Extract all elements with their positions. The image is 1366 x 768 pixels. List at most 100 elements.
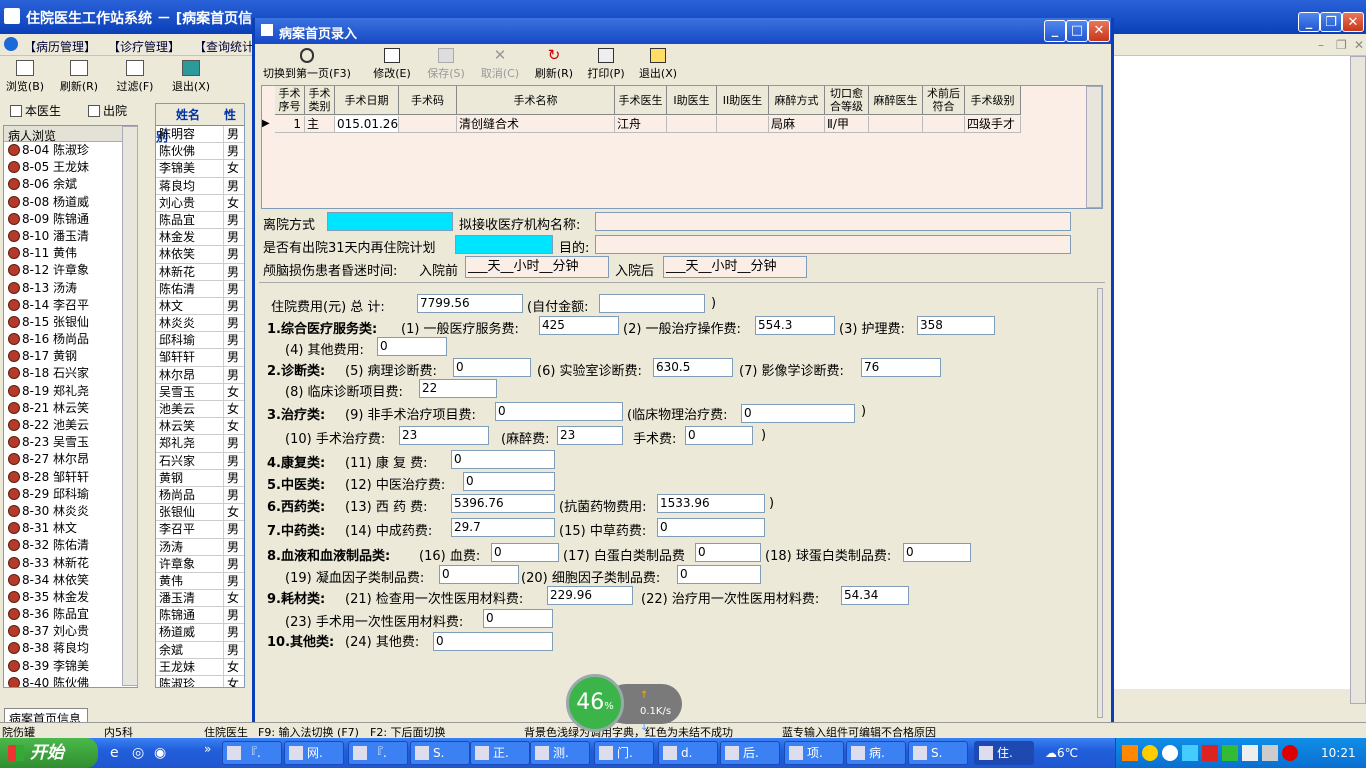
grid-row[interactable]: 陈淑珍女 xyxy=(156,676,244,687)
tree-patient-item[interactable]: 8-37 刘心贵 xyxy=(4,623,137,640)
fee-f22-field[interactable]: 54.34 xyxy=(841,586,909,605)
dialog-maximize-icon[interactable]: □ xyxy=(1066,20,1088,42)
fee-f24-field[interactable]: 0 xyxy=(433,632,553,651)
dialog-minimize-icon[interactable]: _ xyxy=(1044,20,1066,42)
surgery-col-header[interactable]: 手术码 xyxy=(399,86,457,115)
mdi-minimize-icon[interactable]: – xyxy=(1318,38,1324,52)
mdi-restore-icon[interactable]: ❐ xyxy=(1336,38,1347,52)
tree-patient-item[interactable]: 8-28 邹轩轩 xyxy=(4,469,137,486)
surgery-cell[interactable] xyxy=(399,116,457,133)
grid-row[interactable]: 王龙妹女 xyxy=(156,658,244,676)
restore-icon[interactable]: ❐ xyxy=(1320,12,1342,32)
surgery-cell[interactable]: 1 xyxy=(275,116,305,133)
fee-f10b-field[interactable]: 0 xyxy=(685,426,753,445)
fee-f13-field[interactable]: 5396.76 xyxy=(451,494,555,513)
fee-f2-field[interactable]: 554.3 xyxy=(755,316,835,335)
tray-app-icon-1[interactable] xyxy=(1122,745,1138,761)
tree-patient-item[interactable]: 8-23 吴雪玉 xyxy=(4,434,137,451)
mdi-close-icon[interactable]: ✕ xyxy=(1354,38,1364,52)
surgery-scrollbar[interactable] xyxy=(1086,86,1102,208)
fee-f21-field[interactable]: 229.96 xyxy=(547,586,633,605)
taskbar-item[interactable]: 后. xyxy=(720,741,780,765)
menu-query-stats[interactable]: 【查询统计 xyxy=(194,38,254,55)
fee-f19-field[interactable]: 0 xyxy=(439,565,519,584)
grid-row[interactable]: 蒋良均男 xyxy=(156,177,244,195)
taskbar-item[interactable]: 『. xyxy=(222,741,282,765)
minimize-icon[interactable]: _ xyxy=(1298,12,1320,32)
surgery-col-header[interactable]: 手术 类别 xyxy=(305,86,335,115)
close-icon[interactable]: ✕ xyxy=(1342,12,1364,32)
browser-icon[interactable]: ◉ xyxy=(154,745,166,761)
surgery-col-header[interactable]: 手术医生 xyxy=(615,86,667,115)
tree-patient-item[interactable]: 8-30 林炎炎 xyxy=(4,503,137,520)
surgery-cell[interactable]: 江舟 xyxy=(615,116,667,133)
start-button[interactable]: 开始 xyxy=(0,738,98,768)
readmit-field[interactable] xyxy=(455,235,553,254)
tree-patient-item[interactable]: 8-36 陈品宜 xyxy=(4,606,137,623)
refresh-button[interactable]: 刷新(R) xyxy=(56,60,102,94)
surgery-col-header[interactable]: 麻醉方式 xyxy=(769,86,825,115)
grid-row[interactable]: 林依笑男 xyxy=(156,246,244,264)
surgery-col-header[interactable]: 手术日期 xyxy=(335,86,399,115)
grid-row[interactable]: 刘心贵女 xyxy=(156,194,244,212)
grid-row[interactable]: 林尔昂男 xyxy=(156,366,244,384)
exit-button[interactable]: 退出(X) xyxy=(168,60,214,94)
fee-f8-field[interactable]: 22 xyxy=(419,379,497,398)
grid-row[interactable]: 黄钢男 xyxy=(156,469,244,487)
dialog-vscrollbar[interactable] xyxy=(1097,288,1103,718)
save-button[interactable]: 保存(S) xyxy=(423,48,469,82)
tree-patient-item[interactable]: 8-13 汤涛 xyxy=(4,280,137,297)
tree-patient-item[interactable]: 8-16 杨尚品 xyxy=(4,331,137,348)
fee-f4-field[interactable]: 0 xyxy=(377,337,447,356)
grid-row[interactable]: 杨尚品男 xyxy=(156,486,244,505)
tree-patient-item[interactable]: 8-11 黄伟 xyxy=(4,245,137,262)
ie-icon[interactable]: e xyxy=(110,745,119,761)
fee-f10-field[interactable]: 23 xyxy=(399,426,489,445)
print-button[interactable]: 打印(P) xyxy=(583,48,629,82)
tray-app-icon-8[interactable] xyxy=(1262,745,1278,761)
taskbar-item[interactable]: d. xyxy=(658,741,718,765)
fee-f12-field[interactable]: 0 xyxy=(463,472,555,491)
grid-row[interactable]: 林金发男 xyxy=(156,229,244,247)
grid-row[interactable]: 张银仙女 xyxy=(156,504,244,522)
col-name[interactable]: 姓名 xyxy=(156,104,224,126)
tree-patient-item[interactable]: 8-34 林依笑 xyxy=(4,572,137,589)
surgery-cell[interactable]: 四级手才 xyxy=(965,116,1021,133)
dialog-exit-button[interactable]: 退出(X) xyxy=(635,48,681,82)
tree-patient-item[interactable]: 8-09 陈锦通 xyxy=(4,211,137,228)
fee-f1-field[interactable]: 425 xyxy=(539,316,619,335)
taskbar-item[interactable]: 门. xyxy=(594,741,654,765)
grid-row[interactable]: 汤涛男 xyxy=(156,538,244,556)
tree-patient-item[interactable]: 8-14 李召平 xyxy=(4,297,137,314)
grid-row[interactable]: 郑礼尧男 xyxy=(156,435,244,453)
tree-patient-item[interactable]: 8-17 黄钢 xyxy=(4,348,137,365)
menu-clinical-mgmt[interactable]: 【诊疗管理】 xyxy=(108,38,180,55)
tree-patient-item[interactable]: 8-32 陈佑清 xyxy=(4,537,137,554)
surgery-cell[interactable]: 主 xyxy=(305,116,335,133)
grid-row[interactable]: 陈伙佛男 xyxy=(156,143,244,161)
fee-f17-field[interactable]: 0 xyxy=(695,543,761,562)
fee-f6-field[interactable]: 630.5 xyxy=(653,358,733,377)
tree-scrollbar[interactable] xyxy=(122,126,138,686)
grid-row[interactable]: 池美云女 xyxy=(156,401,244,419)
grid-row[interactable]: 石兴家男 xyxy=(156,452,244,470)
grid-row[interactable]: 潘玉清女 xyxy=(156,590,244,608)
fee-total-field[interactable]: 7799.56 xyxy=(417,294,523,313)
fee-f14-field[interactable]: 29.7 xyxy=(451,518,555,537)
grid-row[interactable]: 林文男 xyxy=(156,297,244,316)
fee-f9-field[interactable]: 0 xyxy=(495,402,623,421)
grid-row[interactable]: 邹轩轩男 xyxy=(156,349,244,367)
surgery-col-header[interactable]: II助医生 xyxy=(717,86,769,115)
surgery-col-header[interactable]: 手术级别 xyxy=(965,86,1021,115)
tray-app-icon-9[interactable] xyxy=(1282,745,1298,761)
tray-app-icon-6[interactable] xyxy=(1222,745,1238,761)
surgery-col-header[interactable]: 手术名称 xyxy=(457,86,615,115)
cancel-button[interactable]: ✕ 取消(C) xyxy=(477,48,523,82)
taskbar-item[interactable]: 正. xyxy=(470,741,530,765)
clock[interactable]: 10:21 xyxy=(1321,746,1356,760)
taskbar-item[interactable]: 住. xyxy=(974,741,1034,765)
modify-button[interactable]: 修改(E) xyxy=(369,48,415,82)
tray-app-icon-3[interactable] xyxy=(1162,745,1178,761)
tree-patient-item[interactable]: 8-06 余斌 xyxy=(4,176,137,193)
fee-f13b-field[interactable]: 1533.96 xyxy=(657,494,765,513)
